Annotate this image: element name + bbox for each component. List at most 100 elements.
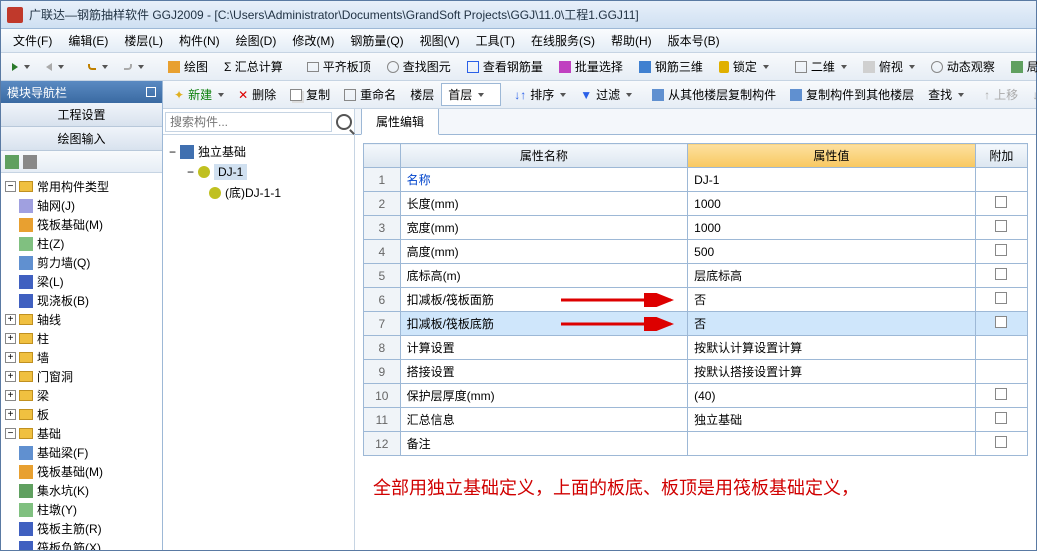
menu-steel[interactable]: 钢筋量(Q) [342, 30, 411, 51]
prop-row-3[interactable]: 3宽度(mm)1000 [364, 216, 1028, 240]
pin-icon[interactable] [146, 87, 156, 97]
prop-value[interactable]: 独立基础 [688, 408, 976, 432]
tab-propedit[interactable]: 属性编辑 [361, 109, 439, 135]
search-input[interactable] [165, 112, 332, 132]
tree-item-raft[interactable]: 筏板基础(M) [3, 215, 160, 234]
tree-root[interactable]: −常用构件类型 [3, 177, 160, 196]
prop-value[interactable]: 否 [688, 288, 976, 312]
checkbox-icon[interactable] [995, 268, 1007, 280]
menu-edit[interactable]: 编辑(E) [60, 30, 116, 51]
local3d-button[interactable]: 局部三维 [1004, 55, 1037, 78]
delete-button[interactable]: ✕删除 [231, 83, 283, 106]
dynamic-button[interactable]: 动态观察 [924, 55, 1002, 78]
prop-extra[interactable] [975, 264, 1027, 288]
prop-row-9[interactable]: 9搭接设置按默认搭接设置计算 [364, 360, 1028, 384]
prop-extra[interactable] [975, 216, 1027, 240]
prop-value[interactable] [688, 432, 976, 456]
menu-component[interactable]: 构件(N) [171, 30, 228, 51]
icon2[interactable] [23, 155, 37, 169]
prop-extra[interactable] [975, 384, 1027, 408]
tree-item-raft2[interactable]: 筏板基础(M) [3, 462, 160, 481]
tree-cat-slab[interactable]: +板 [3, 405, 160, 424]
find-button[interactable]: 查找 [921, 83, 971, 106]
tree-cat-beam[interactable]: +梁 [3, 386, 160, 405]
menu-online[interactable]: 在线服务(S) [523, 30, 603, 51]
flattop-button[interactable]: 平齐板顶 [300, 55, 378, 78]
rename-button[interactable]: 重命名 [337, 83, 403, 106]
prop-value[interactable]: 否 [688, 312, 976, 336]
steel3d-button[interactable]: 钢筋三维 [632, 55, 710, 78]
nav-fwd-button[interactable] [39, 60, 71, 74]
tree-item-sump[interactable]: 集水坑(K) [3, 481, 160, 500]
prop-value[interactable]: (40) [688, 384, 976, 408]
tree-cat-axis[interactable]: +轴线 [3, 310, 160, 329]
prop-value[interactable]: DJ-1 [688, 168, 976, 192]
moveup-button[interactable]: ↑上移 [977, 83, 1025, 106]
nav-tab-draw[interactable]: 绘图输入 [1, 127, 162, 151]
checkbox-icon[interactable] [995, 388, 1007, 400]
batch-button[interactable]: 批量选择 [552, 55, 630, 78]
prop-row-6[interactable]: 6扣减板/筏板面筋否 [364, 288, 1028, 312]
prop-extra[interactable] [975, 432, 1027, 456]
undo-button[interactable] [81, 61, 115, 73]
sort-button[interactable]: ↓↑排序 [507, 83, 573, 106]
prop-value[interactable]: 1000 [688, 216, 976, 240]
menu-modify[interactable]: 修改(M) [284, 30, 342, 51]
draw-button[interactable]: 绘图 [161, 55, 215, 78]
prop-extra[interactable] [975, 168, 1027, 192]
tree-item-slab[interactable]: 现浇板(B) [3, 291, 160, 310]
sum-button[interactable]: Σ 汇总计算 [217, 55, 290, 78]
menu-view[interactable]: 视图(V) [412, 30, 468, 51]
nav-back-button[interactable] [5, 60, 37, 74]
filter-button[interactable]: ▼过滤 [573, 83, 639, 106]
tree-item-column[interactable]: 柱(Z) [3, 234, 160, 253]
prop-row-8[interactable]: 8计算设置按默认计算设置计算 [364, 336, 1028, 360]
tree-item-shearwall[interactable]: 剪力墙(Q) [3, 253, 160, 272]
tree-item-pier[interactable]: 柱墩(Y) [3, 500, 160, 519]
tree-cat-foundation[interactable]: −基础 [3, 424, 160, 443]
menu-draw[interactable]: 绘图(D) [228, 30, 285, 51]
menu-floor[interactable]: 楼层(L) [116, 30, 171, 51]
prop-row-5[interactable]: 5底标高(m)层底标高 [364, 264, 1028, 288]
prop-extra[interactable] [975, 240, 1027, 264]
tree-cat-column[interactable]: +柱 [3, 329, 160, 348]
prop-row-1[interactable]: 1名称DJ-1 [364, 168, 1028, 192]
checkbox-icon[interactable] [995, 412, 1007, 424]
menu-file[interactable]: 文件(F) [5, 30, 60, 51]
checkbox-icon[interactable] [995, 196, 1007, 208]
tree-item-negbar[interactable]: 筏板负筋(X) [3, 538, 160, 550]
tree-item-axis[interactable]: 轴网(J) [3, 196, 160, 215]
ctree-root[interactable]: −独立基础 [169, 141, 348, 162]
prop-value[interactable]: 按默认计算设置计算 [688, 336, 976, 360]
movedown-button[interactable]: ↓下移 [1025, 83, 1036, 106]
copyto-button[interactable]: 复制构件到其他楼层 [783, 83, 921, 106]
prop-row-11[interactable]: 11汇总信息独立基础 [364, 408, 1028, 432]
prop-row-2[interactable]: 2长度(mm)1000 [364, 192, 1028, 216]
prop-row-10[interactable]: 10保护层厚度(mm)(40) [364, 384, 1028, 408]
tree-cat-opening[interactable]: +门窗洞 [3, 367, 160, 386]
lock-button[interactable]: 锁定 [712, 55, 776, 78]
topview-button[interactable]: 俯视 [856, 55, 922, 78]
search-icon[interactable] [336, 114, 352, 130]
tree-item-beam[interactable]: 梁(L) [3, 272, 160, 291]
menu-help[interactable]: 帮助(H) [603, 30, 660, 51]
floor-select[interactable]: 首层 [441, 83, 501, 106]
checkbox-icon[interactable] [995, 316, 1007, 328]
prop-extra[interactable] [975, 192, 1027, 216]
checkbox-icon[interactable] [995, 436, 1007, 448]
icon1[interactable] [5, 155, 19, 169]
menu-version[interactable]: 版本号(B) [660, 30, 728, 51]
prop-row-12[interactable]: 12备注 [364, 432, 1028, 456]
prop-value[interactable]: 500 [688, 240, 976, 264]
prop-extra[interactable] [975, 360, 1027, 384]
checkbox-icon[interactable] [995, 244, 1007, 256]
prop-extra[interactable] [975, 336, 1027, 360]
prop-row-4[interactable]: 4高度(mm)500 [364, 240, 1028, 264]
checkbox-icon[interactable] [995, 220, 1007, 232]
tree-item-mainbar[interactable]: 筏板主筋(R) [3, 519, 160, 538]
new-button[interactable]: ✦新建 [167, 83, 231, 106]
viewsteel-button[interactable]: 查看钢筋量 [460, 55, 550, 78]
checkbox-icon[interactable] [995, 292, 1007, 304]
prop-extra[interactable] [975, 312, 1027, 336]
ctree-l1[interactable]: −DJ-1 [169, 162, 348, 182]
